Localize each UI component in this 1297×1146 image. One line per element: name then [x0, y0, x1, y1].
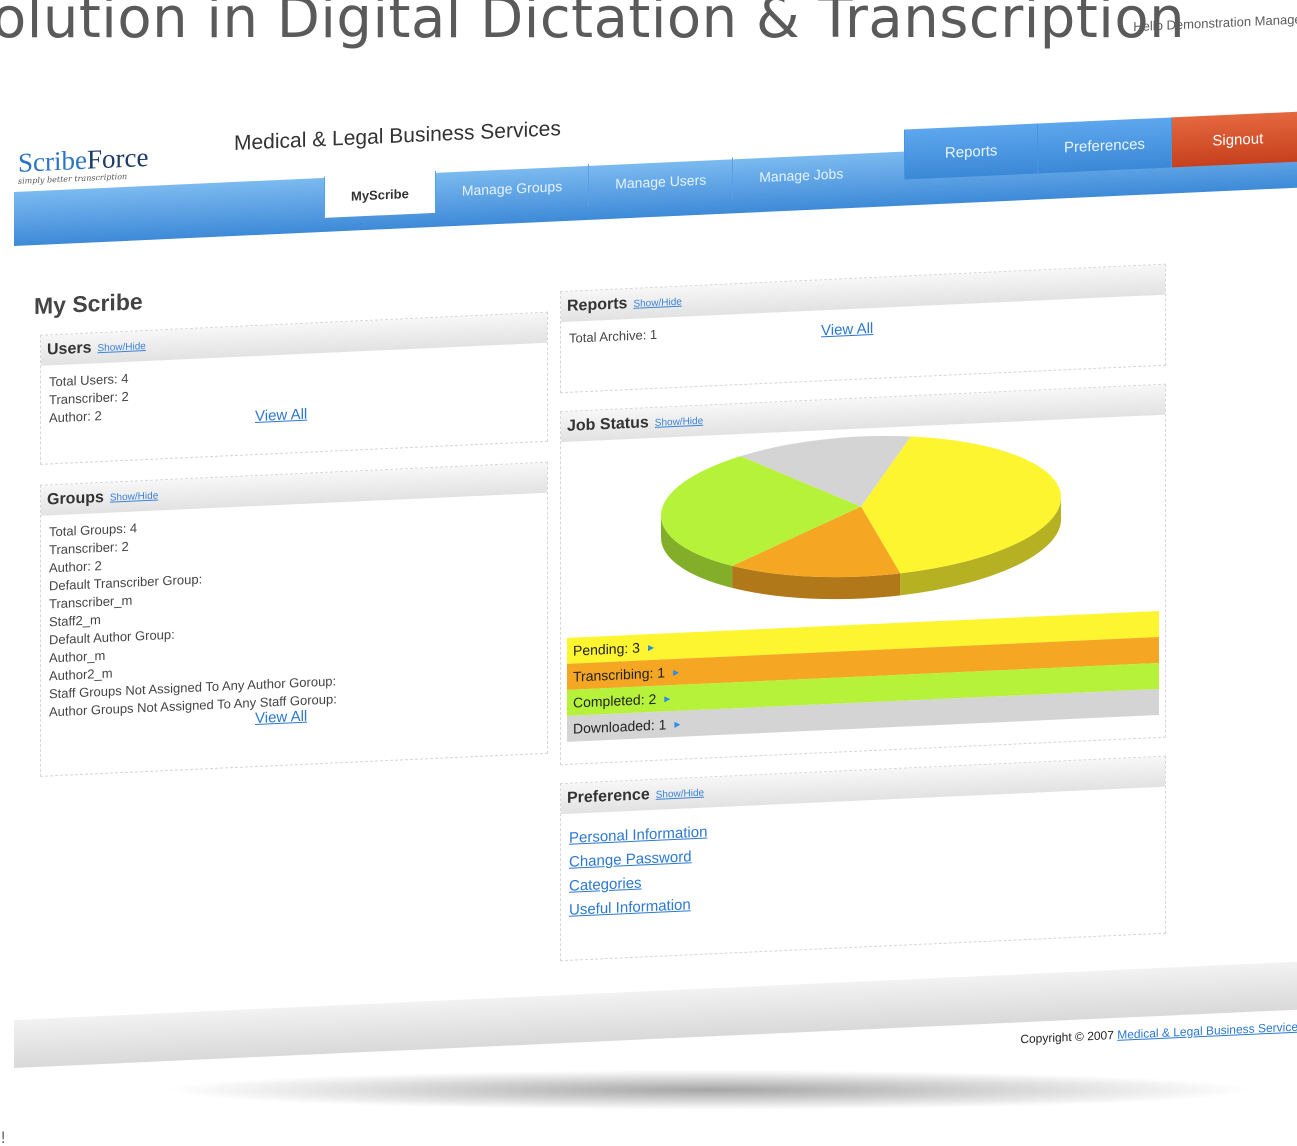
job-status-panel: Job Status Show/Hide Pending: 3 ▸ Transc… [560, 383, 1166, 766]
tab-manage-jobs[interactable]: Manage Jobs [732, 151, 870, 200]
status-downloaded-label: Downloaded: 1 [573, 716, 667, 737]
preference-panel-title: Preference [567, 786, 650, 807]
tab-manage-users[interactable]: Manage Users [588, 157, 733, 206]
chevron-right-icon[interactable]: ▸ [674, 717, 680, 731]
reports-panel: Reports Show/Hide Total Archive: 1 View … [560, 263, 1166, 394]
job-status-panel-title: Job Status [567, 414, 649, 435]
signout-button[interactable]: Signout [1170, 111, 1297, 168]
greeting-text: Hello Demonstration Manager [1133, 11, 1297, 35]
users-show-hide-link[interactable]: Show/Hide [97, 341, 145, 354]
users-view-all-link[interactable]: View All [255, 406, 307, 426]
company-footer-link[interactable]: Medical & Legal Business Services [1117, 1019, 1297, 1041]
footer-bar [14, 960, 1297, 1068]
reports-panel-title: Reports [567, 295, 628, 315]
groups-panel: Groups Show/Hide Total Groups: 4 Transcr… [40, 461, 548, 777]
page-title: My Scribe [34, 288, 143, 320]
company-name: Medical & Legal Business Services [234, 117, 561, 156]
copyright-text: Copyright © 2007 [1020, 1028, 1114, 1047]
logo-force-text: Force [86, 141, 149, 175]
job-status-pie-chart [661, 435, 1061, 600]
groups-panel-body: Total Groups: 4 Transcriber: 2 Author: 2… [41, 493, 547, 730]
chevron-right-icon[interactable]: ▸ [664, 691, 670, 705]
pie-chart-area [561, 415, 1165, 638]
logo-scribe-text: Scribe [18, 144, 87, 178]
nav-preferences[interactable]: Preferences [1037, 117, 1171, 174]
copyright: Copyright © 2007 Medical & Legal Busines… [1020, 1019, 1297, 1046]
promo-stage: olution in Digital Dictation & Transcrip… [0, 0, 1297, 1146]
groups-show-hide-link[interactable]: Show/Hide [110, 490, 158, 503]
reports-show-hide-link[interactable]: Show/Hide [633, 296, 681, 309]
preference-show-hide-link[interactable]: Show/Hide [656, 787, 704, 800]
tab-myscribe[interactable]: MyScribe [324, 170, 435, 218]
groups-panel-title: Groups [47, 488, 104, 509]
chevron-right-icon[interactable]: ▸ [648, 640, 654, 654]
status-completed-label: Completed: 2 [573, 690, 657, 711]
status-transcribing-label: Transcribing: 1 [573, 664, 666, 685]
exclamation-fragment: ! [0, 1128, 7, 1146]
groups-view-all-link[interactable]: View All [255, 708, 307, 728]
job-status-show-hide-link[interactable]: Show/Hide [655, 415, 703, 428]
scribeforce-logo[interactable]: ScribeForce simply better transcription [18, 142, 148, 186]
drop-shadow [160, 1070, 1260, 1110]
users-panel: Users Show/Hide Total Users: 4 Transcrib… [40, 311, 548, 465]
users-panel-title: Users [47, 339, 92, 359]
nav-reports[interactable]: Reports [904, 123, 1038, 180]
app-header: ScribeForce simply better transcription … [14, 71, 1297, 246]
status-pending-label: Pending: 3 [573, 639, 640, 659]
app-screenshot: Hello Demonstration Manager ScribeForce … [14, 1, 1297, 1100]
chevron-right-icon[interactable]: ▸ [673, 665, 679, 679]
tab-manage-groups[interactable]: Manage Groups [434, 163, 589, 213]
reports-view-all-link[interactable]: View All [821, 320, 873, 340]
preference-panel: Preference Show/Hide Personal Informatio… [560, 755, 1166, 962]
